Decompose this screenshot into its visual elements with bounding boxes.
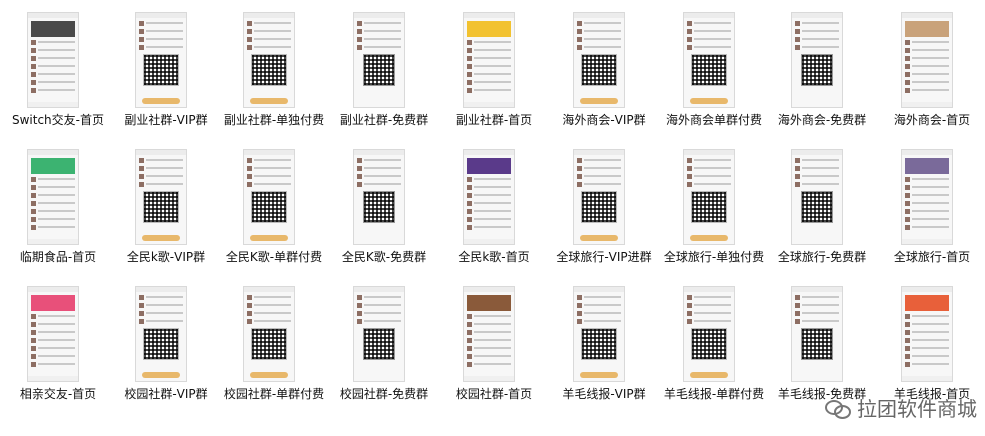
file-name: 副业社群-单独付费 — [223, 113, 325, 127]
file-thumbnail — [243, 286, 295, 382]
file-item[interactable]: 校园社群-单群付费 — [220, 286, 328, 421]
file-thumbnail — [463, 286, 515, 382]
file-item[interactable]: 羊毛线报-VIP群 — [550, 286, 658, 421]
file-item[interactable]: 全民k歌-首页 — [440, 149, 548, 284]
file-name: 相亲交友-首页 — [19, 387, 97, 401]
file-item[interactable]: 海外商会-免费群 — [768, 12, 876, 147]
watermark: 拉团软件商城 — [825, 393, 977, 422]
file-name: 副业社群-免费群 — [339, 113, 429, 127]
file-thumbnail — [135, 286, 187, 382]
file-thumbnail — [27, 149, 79, 245]
file-thumbnail — [463, 149, 515, 245]
file-name: 副业社群-首页 — [455, 113, 533, 127]
file-name: 全球旅行-VIP进群 — [556, 250, 652, 264]
file-thumbnail — [135, 12, 187, 108]
file-item[interactable]: 全民K歌-单群付费 — [220, 149, 328, 284]
file-thumbnail — [243, 12, 295, 108]
file-item[interactable]: 全民k歌-VIP群 — [112, 149, 220, 284]
file-item[interactable]: 全球旅行-VIP进群 — [550, 149, 658, 284]
file-item[interactable]: 校园社群-免费群 — [330, 286, 438, 421]
file-name: Switch交友-首页 — [11, 113, 104, 127]
file-name: 全民k歌-VIP群 — [126, 250, 206, 264]
file-thumbnail — [791, 286, 843, 382]
file-name: 校园社群-首页 — [455, 387, 533, 401]
file-name: 全球旅行-首页 — [893, 250, 971, 264]
file-name: 全民K歌-免费群 — [341, 250, 427, 264]
file-thumbnail — [353, 286, 405, 382]
file-thumbnail — [901, 12, 953, 108]
file-item[interactable]: 副业社群-首页 — [440, 12, 548, 147]
file-thumbnail — [791, 149, 843, 245]
file-thumbnail — [791, 12, 843, 108]
file-item[interactable]: 临期食品-首页 — [4, 149, 112, 284]
file-name: 校园社群-免费群 — [339, 387, 429, 401]
file-name: 临期食品-首页 — [19, 250, 97, 264]
file-thumbnail — [27, 12, 79, 108]
file-name: 全球旅行-免费群 — [777, 250, 867, 264]
watermark-text: 拉团软件商城 — [857, 397, 977, 421]
file-item[interactable]: 相亲交友-首页 — [4, 286, 112, 421]
file-thumbnail — [463, 12, 515, 108]
file-item[interactable]: 海外商会-首页 — [878, 12, 985, 147]
file-thumbnail — [683, 12, 735, 108]
file-thumbnail — [901, 286, 953, 382]
file-name: 海外商会-首页 — [893, 113, 971, 127]
file-grid: Switch交友-首页 副业社群-VIP群 副业社群-单独付费 副业社群-免费群 副业社… — [0, 0, 985, 436]
file-name: 校园社群-单群付费 — [223, 387, 325, 401]
wechat-icon — [825, 398, 851, 419]
file-name: 海外商会-免费群 — [777, 113, 867, 127]
file-thumbnail — [135, 149, 187, 245]
file-thumbnail — [683, 286, 735, 382]
file-item[interactable]: 海外商会-VIP群 — [550, 12, 658, 147]
file-name: 副业社群-VIP群 — [124, 113, 208, 127]
file-item[interactable]: 全球旅行-单独付费 — [660, 149, 768, 284]
file-thumbnail — [573, 286, 625, 382]
file-thumbnail — [573, 149, 625, 245]
file-item[interactable]: 全民K歌-免费群 — [330, 149, 438, 284]
file-name: 羊毛线报-单群付费 — [663, 387, 765, 401]
file-name: 羊毛线报-VIP群 — [562, 387, 646, 401]
file-item[interactable]: 副业社群-单独付费 — [220, 12, 328, 147]
file-item[interactable]: 副业社群-免费群 — [330, 12, 438, 147]
file-item[interactable]: 海外商会单群付费 — [660, 12, 768, 147]
file-thumbnail — [353, 149, 405, 245]
file-thumbnail — [683, 149, 735, 245]
file-thumbnail — [573, 12, 625, 108]
file-name: 全民K歌-单群付费 — [225, 250, 323, 264]
file-name: 海外商会单群付费 — [665, 113, 762, 127]
file-thumbnail — [901, 149, 953, 245]
file-name: 海外商会-VIP群 — [562, 113, 646, 127]
file-item[interactable]: 校园社群-VIP群 — [112, 286, 220, 421]
file-item[interactable]: 校园社群-首页 — [440, 286, 548, 421]
file-name: 校园社群-VIP群 — [124, 387, 208, 401]
file-item[interactable]: 副业社群-VIP群 — [112, 12, 220, 147]
file-thumbnail — [353, 12, 405, 108]
file-name: 全球旅行-单独付费 — [663, 250, 765, 264]
file-item[interactable]: Switch交友-首页 — [4, 12, 112, 147]
file-item[interactable]: 全球旅行-首页 — [878, 149, 985, 284]
file-name: 全民k歌-首页 — [458, 250, 530, 264]
file-thumbnail — [243, 149, 295, 245]
file-item[interactable]: 羊毛线报-单群付费 — [660, 286, 768, 421]
file-item[interactable]: 全球旅行-免费群 — [768, 149, 876, 284]
file-thumbnail — [27, 286, 79, 382]
